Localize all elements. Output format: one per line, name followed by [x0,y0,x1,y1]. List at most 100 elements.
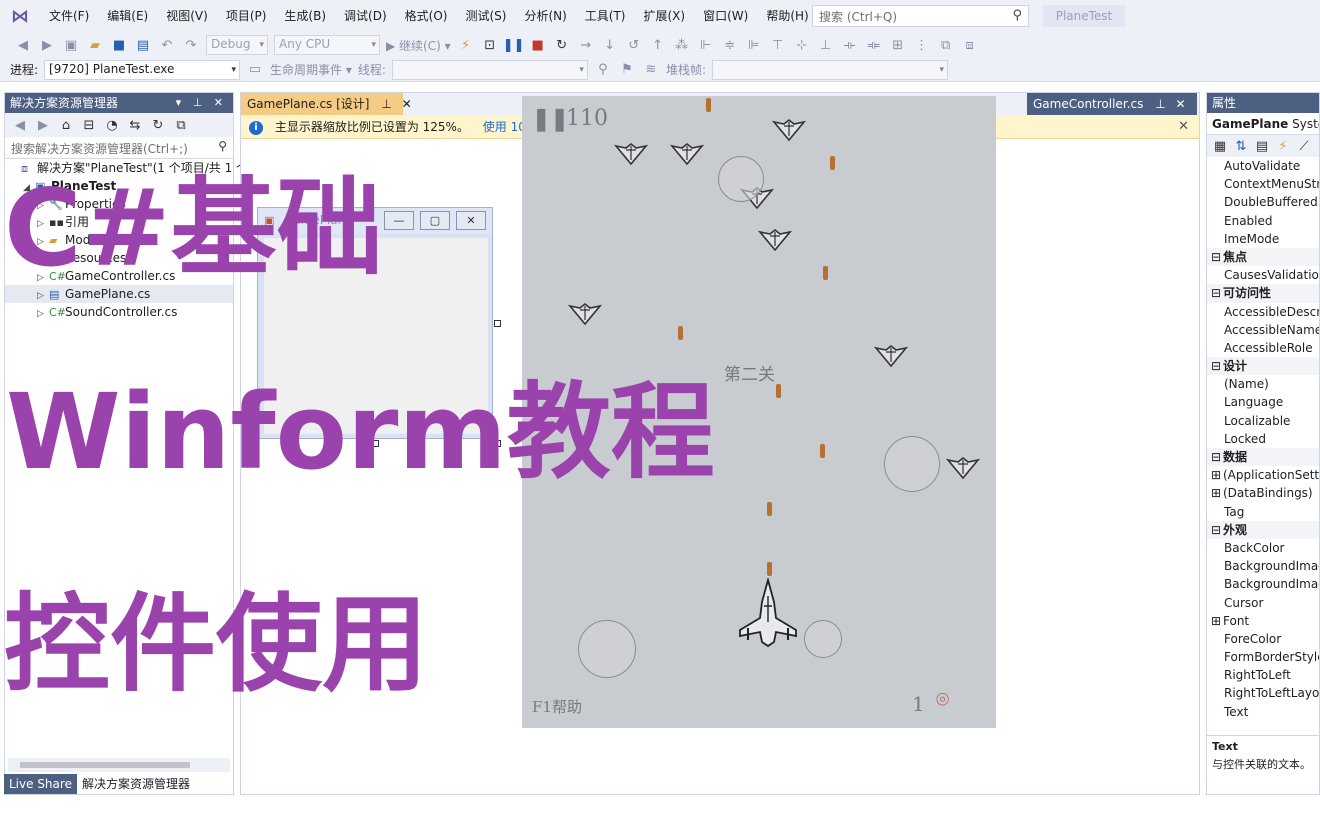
restart-icon[interactable]: ↻ [553,36,571,54]
categorized-icon[interactable]: ▦ [1211,137,1229,155]
save-icon[interactable]: ■ [110,36,128,54]
process-select[interactable]: [9720] PlaneTest.exe ▾ [44,59,241,80]
minimize-icon[interactable]: — [384,211,414,230]
property-category[interactable]: ⊟ 可访问性 [1207,284,1319,303]
align-top-icon[interactable]: ⊤ [769,36,787,54]
property-row[interactable]: Locked [1207,430,1319,448]
stop-icon[interactable]: ■ [529,36,547,54]
collapse-icon[interactable]: ⊟ [1211,248,1223,266]
property-row[interactable]: AutoValidate [1207,157,1319,175]
hot-reload-icon[interactable]: ⚡ [457,36,475,54]
property-row[interactable]: Language [1207,393,1319,411]
maximize-icon[interactable]: ▢ [420,211,450,230]
step-out-icon[interactable]: ↑ [649,36,667,54]
property-row[interactable]: RightToLeftLayout [1207,684,1319,702]
pause-icon[interactable]: ❚❚ [503,36,525,54]
step-over-icon[interactable]: → [577,36,595,54]
menu-item[interactable]: 文件(F) [40,0,98,32]
menu-item[interactable]: 视图(V) [157,0,217,32]
close-tab-icon[interactable]: ✕ [402,97,412,111]
camera-icon[interactable]: ⊡ [481,36,499,54]
property-row[interactable]: ⊞ (DataBindings) [1207,484,1319,502]
collapse-icon[interactable]: ⊟ [1211,448,1223,466]
flag-icon[interactable]: ⚑ [618,61,636,79]
menu-item[interactable]: 帮助(H) [757,0,817,32]
close-icon[interactable]: ✕ [1178,115,1189,139]
property-pages-icon[interactable]: ⟋ [1295,137,1313,155]
property-row[interactable]: ⊞ Font [1207,612,1319,630]
property-row[interactable]: BackgroundImage [1207,557,1319,575]
platform-select[interactable]: Any CPU ▾ [274,35,380,55]
events-icon[interactable]: ⚡ [1274,137,1292,155]
collapse-icon[interactable]: ⊟ [1211,284,1223,302]
pin-icon[interactable]: ⊥ [381,97,391,111]
switch-views-icon[interactable]: ⊟ [80,116,98,134]
menu-item[interactable]: 调试(D) [335,0,396,32]
menu-item[interactable]: 扩展(X) [634,0,694,32]
property-row[interactable]: DoubleBuffered [1207,193,1319,211]
property-category[interactable]: ⊟ 外观 [1207,520,1319,539]
send-back-icon[interactable]: ⧈ [961,36,979,54]
property-row[interactable]: ImeMode [1207,230,1319,248]
stackframe-select[interactable]: ▾ [711,59,948,80]
property-row[interactable]: (Name) [1207,375,1319,393]
align-middle-icon[interactable]: ⊹ [793,36,811,54]
new-project-icon[interactable]: ▣ [62,36,80,54]
sync-icon[interactable]: ⇆ [126,116,144,134]
collapse-all-icon[interactable]: ⧉ [172,116,190,134]
same-height-icon[interactable]: ⟚ [865,36,883,54]
redo-icon[interactable]: ↷ [182,36,200,54]
expand-icon[interactable]: ⊞ [1211,612,1223,630]
expand-icon[interactable]: ⊞ [1211,466,1223,484]
close-icon[interactable]: ✕ [456,211,486,230]
property-row[interactable]: BackgroundImageLayout [1207,575,1319,593]
collapse-icon[interactable]: ⊟ [1211,521,1223,539]
forward-icon[interactable]: ▶ [38,36,56,54]
menu-item[interactable]: 项目(P) [217,0,276,32]
align-bottom-icon[interactable]: ⊥ [817,36,835,54]
horizontal-scrollbar[interactable] [8,758,230,772]
scrollbar-thumb[interactable] [20,762,190,768]
step-back-icon[interactable]: ↺ [625,36,643,54]
back-icon[interactable]: ◀ [11,116,29,134]
property-row[interactable]: RightToLeft [1207,666,1319,684]
expand-arrow-icon[interactable]: ▷ [37,305,49,323]
close-tab-icon[interactable]: ✕ [1175,97,1185,111]
thread-select[interactable]: ▾ [391,59,588,80]
property-category[interactable]: ⊟ 焦点 [1207,247,1319,267]
property-category[interactable]: ⊟ 设计 [1207,357,1319,376]
tab-gameplane-designer[interactable]: GamePlane.cs [设计] ⊥ ✕ [241,93,412,115]
property-row[interactable]: CausesValidation [1207,266,1319,284]
threads-icon[interactable]: ≋ [642,61,660,79]
property-row[interactable]: AccessibleRole [1207,339,1319,357]
align-right-icon[interactable]: ⊫ [745,36,763,54]
tab-live-share[interactable]: Live Share [4,774,77,794]
open-folder-icon[interactable]: ▰ [86,36,104,54]
expand-icon[interactable]: ⊞ [1211,484,1223,502]
step-into-icon[interactable]: ↓ [601,36,619,54]
property-object-select[interactable]: GamePlane System [1207,113,1319,135]
pin-icon[interactable]: ⊥ [1155,97,1165,111]
align-center-icon[interactable]: ≑ [721,36,739,54]
property-row[interactable]: AccessibleName [1207,321,1319,339]
search-input[interactable]: 搜索 (Ctrl+Q) ⚲ [812,5,1029,27]
property-row[interactable]: ContextMenuStrip [1207,175,1319,193]
properties-icon[interactable]: ▤ [1253,137,1271,155]
alphabetical-icon[interactable]: ⇅ [1232,137,1250,155]
property-category[interactable]: ⊟ 数据 [1207,448,1319,467]
same-size-icon[interactable]: ⊞ [889,36,907,54]
tab-gamecontroller[interactable]: GameController.cs ⊥ ✕ [1027,93,1197,115]
pending-changes-icon[interactable]: ◔ [103,116,121,134]
resize-handle-right[interactable] [494,320,501,327]
forward-icon[interactable]: ▶ [34,116,52,134]
home-icon[interactable]: ⌂ [57,116,75,134]
back-icon[interactable]: ◀ [14,36,32,54]
property-row[interactable]: BackColor [1207,539,1319,557]
menu-item[interactable]: 格式(O) [396,0,457,32]
spacing-icon[interactable]: ⋮ [913,36,931,54]
configuration-select[interactable]: Debug ▾ [206,35,268,55]
property-row[interactable]: ForeColor [1207,630,1319,648]
property-row[interactable]: AccessibleDescription [1207,303,1319,321]
property-row[interactable]: Tag [1207,503,1319,521]
pause-icon[interactable]: ❚❚ [532,106,569,132]
